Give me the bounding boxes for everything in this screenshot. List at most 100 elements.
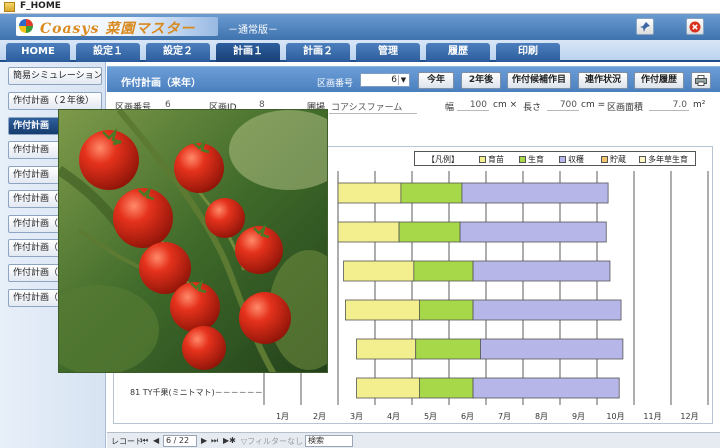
legend-harvest: 収穫 xyxy=(559,154,584,165)
prev-record-icon[interactable]: ◀ xyxy=(153,436,159,445)
page-title: 作付計画（来年） xyxy=(121,78,201,89)
legend-swatch xyxy=(639,156,646,163)
tab-manage[interactable]: 管理 xyxy=(356,43,420,62)
legend-label: 収穫 xyxy=(568,155,584,164)
tab-plan-2[interactable]: 計画２ xyxy=(286,43,350,62)
rotation-status-button[interactable]: 連作状況 xyxy=(578,72,628,89)
info-width-unit: cm × xyxy=(493,100,518,110)
legend-seedling: 育苗 xyxy=(479,154,504,165)
next-record-icon[interactable]: ▶ xyxy=(201,436,207,445)
sidebar-item-plan-two-years[interactable]: 作付計画（２年後） xyxy=(8,92,102,110)
info-width-label: 幅 xyxy=(445,103,455,113)
legend-swatch xyxy=(479,156,486,163)
month-tick-label: 2月 xyxy=(313,412,326,421)
logo-text: Coasys 菜園マスター xyxy=(40,21,196,36)
legend-label: 生育 xyxy=(528,155,544,164)
legend-swatch xyxy=(519,156,526,163)
crop-candidates-button[interactable]: 作付候補作目 xyxy=(507,72,571,89)
info-length-unit: cm = xyxy=(581,100,606,110)
chart-legend: 【凡例】 育苗 生育 収穫 貯蔵 多年草生育 xyxy=(414,151,696,166)
two-years-button[interactable]: 2年後 xyxy=(461,72,501,89)
sidebar-item-simple-simulation[interactable]: 簡易シミュレーション xyxy=(8,67,102,85)
month-tick-label: 9月 xyxy=(572,412,585,421)
plot-no-select[interactable]: 6 ▼ xyxy=(360,73,410,87)
app-window: F_HOME Coasys 菜園マスター －通常版－ HOME 設定１ 設定２ … xyxy=(0,0,720,448)
month-tick-label: 4月 xyxy=(387,412,400,421)
app-header: Coasys 菜園マスター －通常版－ xyxy=(0,14,720,40)
first-record-icon[interactable]: ⏮ xyxy=(141,436,148,446)
title-bar: F_HOME xyxy=(0,0,720,14)
window-title: F_HOME xyxy=(20,1,61,11)
record-position-input[interactable]: 6 / 22 xyxy=(163,435,197,447)
info-area-label: 区画面積 xyxy=(607,103,644,113)
month-tick-label: 6月 xyxy=(461,412,474,421)
gantt-bar-収穫 xyxy=(480,338,624,360)
this-year-button[interactable]: 今年 xyxy=(418,72,454,89)
month-tick-label: 5月 xyxy=(424,412,437,421)
search-box[interactable]: 検索 xyxy=(305,435,353,447)
filter-label: フィルターなし xyxy=(247,437,303,446)
legend-title: 【凡例】 xyxy=(427,155,459,164)
legend-storage: 貯蔵 xyxy=(601,154,626,165)
info-farm: コアシスファーム xyxy=(329,100,417,114)
gantt-bar-収穫 xyxy=(472,377,620,399)
gantt-bar-生育 xyxy=(415,338,481,360)
month-tick-label: 10月 xyxy=(606,412,624,421)
info-length-label: 長さ xyxy=(523,103,542,113)
month-tick-label: 12月 xyxy=(680,412,698,421)
gantt-bar-育苗 xyxy=(344,299,420,321)
print-button[interactable] xyxy=(691,72,711,89)
month-tick-label: 7月 xyxy=(498,412,511,421)
new-record-icon[interactable]: ▶✱ xyxy=(223,436,236,445)
gantt-bar-生育 xyxy=(400,182,463,204)
legend-label: 育苗 xyxy=(488,155,504,164)
gantt-bar-育苗 xyxy=(337,221,400,243)
legend-label: 多年草生育 xyxy=(648,155,688,164)
logo-ball-icon xyxy=(19,19,33,33)
gantt-bar-生育 xyxy=(398,221,461,243)
planting-history-button[interactable]: 作付履歴 xyxy=(634,72,684,89)
gantt-bar-育苗 xyxy=(356,377,420,399)
form-icon xyxy=(4,2,15,12)
crop-row-label: 81 TY千果(ミニトマト)－－－－－－ xyxy=(130,388,263,397)
print-icon xyxy=(695,75,707,86)
month-tick-label: 1月 xyxy=(276,412,289,421)
plot-no-label: 区画番号 xyxy=(317,79,354,89)
tab-settings-2[interactable]: 設定２ xyxy=(146,43,210,62)
info-length: 700 xyxy=(547,100,579,111)
gantt-bar-育苗 xyxy=(356,338,417,360)
gantt-bar-収穫 xyxy=(461,182,609,204)
month-tick-label: 3月 xyxy=(350,412,363,421)
tab-print[interactable]: 印刷 xyxy=(496,43,560,62)
month-tick-label: 11月 xyxy=(643,412,661,421)
filter-status[interactable]: ▽フィルターなし xyxy=(241,436,303,447)
close-icon xyxy=(689,21,701,33)
tab-history[interactable]: 履歴 xyxy=(426,43,490,62)
edition-label: －通常版－ xyxy=(228,25,278,36)
info-area-unit: m² xyxy=(693,100,706,110)
tomato-photo-image xyxy=(59,110,327,372)
content-header: 作付計画（来年） 区画番号 6 ▼ 今年 2年後 作付候補作目 連作状況 作付履… xyxy=(107,66,720,92)
gantt-bar-収穫 xyxy=(459,221,607,243)
legend-label: 貯蔵 xyxy=(610,155,626,164)
plot-no-select-value: 6 xyxy=(391,75,397,85)
gantt-bar-生育 xyxy=(418,299,474,321)
gantt-bar-育苗 xyxy=(343,260,415,282)
settings-button[interactable] xyxy=(636,18,654,35)
last-record-icon[interactable]: ⏭ xyxy=(211,436,218,446)
app-logo: Coasys 菜園マスター xyxy=(16,17,218,36)
tomato-photo xyxy=(58,109,328,373)
pin-icon xyxy=(640,22,650,32)
legend-growth: 生育 xyxy=(519,154,544,165)
gantt-bar-育苗 xyxy=(337,182,402,204)
main-tabs: HOME 設定１ 設定２ 計画１ 計画２ 管理 履歴 印刷 xyxy=(0,40,720,62)
tab-plan-1[interactable]: 計画１ xyxy=(216,43,280,62)
record-navigator: レコード: ⏮ ◀ 6 / 22 ▶ ⏭ ▶✱ ▽フィルターなし 検索 xyxy=(107,432,720,448)
tab-home[interactable]: HOME xyxy=(6,43,70,62)
gantt-bar-収穫 xyxy=(472,260,611,282)
month-tick-label: 8月 xyxy=(535,412,548,421)
legend-perennial: 多年草生育 xyxy=(639,154,688,165)
close-button[interactable] xyxy=(686,18,704,35)
info-area: 7.0 xyxy=(649,100,689,111)
tab-settings-1[interactable]: 設定１ xyxy=(76,43,140,62)
